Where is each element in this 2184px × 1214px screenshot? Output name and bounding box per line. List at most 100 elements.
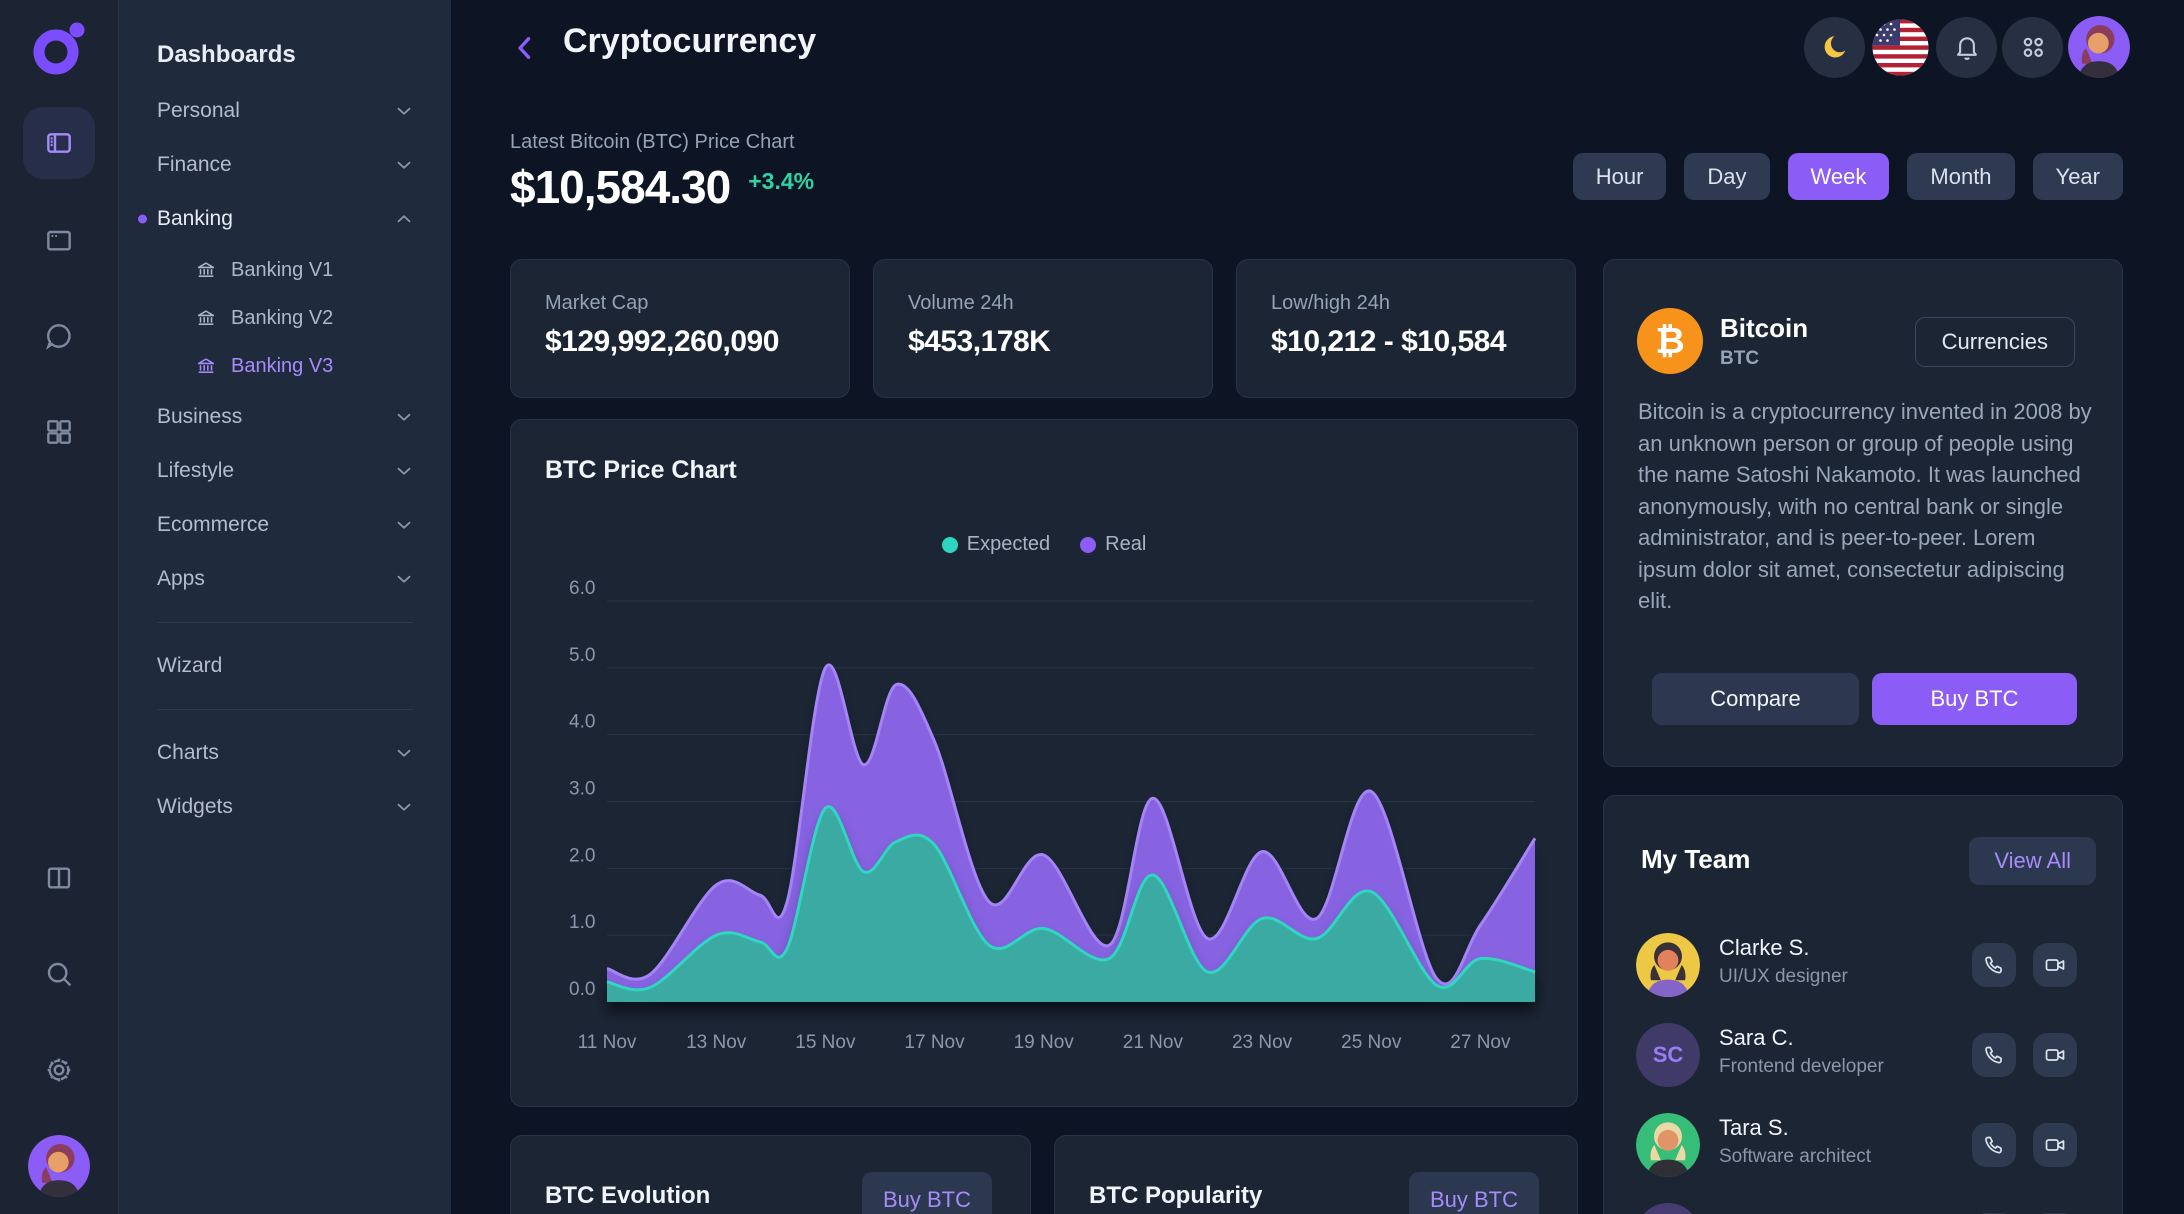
us-flag-icon[interactable] [1870,17,1931,78]
sidebar-item-widgets[interactable]: Widgets [119,780,451,834]
video-call-button[interactable] [2033,943,2077,987]
my-team-card: My Team View All Clarke S. UI/UX designe… [1603,795,2123,1214]
view-all-button[interactable]: View All [1969,837,2096,885]
member-name: Sara C. [1719,1025,1794,1051]
team-member-row: SC Sara C. Frontend developer [1604,1023,2122,1113]
bell-icon[interactable] [1936,17,1997,78]
sidebar-item-banking-v2[interactable]: Banking V2 [119,294,451,342]
chevron-down-icon [393,406,415,428]
legend-item: Real [1080,533,1146,556]
avatar [1636,933,1700,997]
sidebar-title: Dashboards [119,26,451,84]
compare-button[interactable]: Compare [1652,673,1859,725]
moon-icon[interactable] [1804,17,1865,78]
bank-icon [195,259,217,281]
sidebar-user-avatar[interactable] [28,1135,90,1197]
buy-btc-button[interactable]: Buy BTC [862,1172,992,1214]
sidebar-item-wizard[interactable]: Wizard [119,639,451,693]
video-call-button[interactable] [2033,1033,2077,1077]
sidebar-item-lifestyle[interactable]: Lifestyle [119,444,451,498]
svg-text:19 Nov: 19 Nov [1014,1032,1075,1053]
sidebar-divider [157,709,413,710]
chevron-down-icon [393,568,415,590]
sidebar-item-charts[interactable]: Charts [119,726,451,780]
svg-text:17 Nov: 17 Nov [904,1032,965,1053]
range-button-hour[interactable]: Hour [1573,153,1667,200]
avatar [1636,1203,1700,1214]
card-title: BTC Evolution [545,1182,710,1210]
svg-text:25 Nov: 25 Nov [1341,1032,1402,1053]
active-section-dot [138,215,147,224]
team-member-row: Clarke S. UI/UX designer [1604,933,2122,1023]
range-button-day[interactable]: Day [1684,153,1769,200]
sidebar-divider [157,622,413,623]
coin-name: Bitcoin [1720,313,1808,344]
btc-price-change: +3.4% [748,168,814,195]
sidebar-items: Personal Finance Banking Banking V1 [119,84,451,834]
buy-btc-button[interactable]: Buy BTC [1872,673,2077,725]
team-title: My Team [1641,844,1750,875]
sidebar-item-business[interactable]: Business [119,390,451,444]
sidebar-item-apps[interactable]: Apps [119,552,451,606]
chevron-down-icon [393,742,415,764]
coin-actions: Compare Buy BTC [1652,673,2077,725]
gear-icon[interactable] [43,1054,75,1086]
crypto-dashboard: Dashboards Personal Finance Banking [0,0,2184,1214]
call-button[interactable] [1972,943,2016,987]
chart-legend: Expected Real [511,533,1577,556]
stat-card: Volume 24h $453,178K [873,259,1213,398]
stat-value: $129,992,260,090 [545,325,815,359]
price-row: $10,584.30 +3.4% [510,160,814,214]
legend-dot [1080,537,1096,553]
search-icon[interactable] [43,958,75,990]
team-member-row [1604,1203,2122,1214]
chat-icon[interactable] [43,320,75,352]
svg-text:1.0: 1.0 [569,912,595,933]
sidebar-menu: Dashboards Personal Finance Banking [119,0,451,1214]
video-call-button[interactable] [2033,1123,2077,1167]
user-avatar[interactable] [2068,16,2130,78]
chevron-down-icon [393,514,415,536]
buy-btc-button[interactable]: Buy BTC [1409,1172,1539,1214]
call-button[interactable] [1972,1123,2016,1167]
range-button-year[interactable]: Year [2033,153,2123,200]
svg-text:6.0: 6.0 [569,578,595,599]
card-title: BTC Popularity [1089,1182,1262,1210]
sidebar-item-banking-v3[interactable]: Banking V3 [119,342,451,390]
range-button-month[interactable]: Month [1907,153,2014,200]
legend-dot [942,537,958,553]
time-range-buttons: Hour Day Week Month Year [1573,153,2123,200]
chevron-up-icon [393,208,415,230]
member-name: Tara S. [1719,1115,1789,1141]
chevron-down-icon [393,100,415,122]
btc-price-value: $10,584.30 [510,160,730,214]
member-role: Software architect [1719,1146,1871,1168]
legend-item: Expected [942,533,1050,556]
apps-grid-icon[interactable] [2002,17,2063,78]
grid-icon[interactable] [43,416,75,448]
columns-icon[interactable] [43,862,75,894]
stat-label: Low/high 24h [1271,292,1541,315]
sidebar-item-finance[interactable]: Finance [119,138,451,192]
btc-price-chart-panel: BTC Price Chart Expected Real 0.01.02.03… [510,419,1578,1107]
range-button-week[interactable]: Week [1788,153,1890,200]
sidebar-item-banking[interactable]: Banking [119,192,451,246]
stat-value: $453,178K [908,325,1178,359]
chevron-down-icon [393,154,415,176]
stat-card: Low/high 24h $10,212 - $10,584 [1236,259,1576,398]
svg-text:23 Nov: 23 Nov [1232,1032,1293,1053]
stat-label: Market Cap [545,292,815,315]
sidebar-item-personal[interactable]: Personal [119,84,451,138]
avatar [1636,1113,1700,1177]
window-icon[interactable] [43,224,75,256]
call-button[interactable] [1972,1033,2016,1077]
svg-text:2.0: 2.0 [569,845,595,866]
back-button[interactable] [508,26,548,70]
coin-header: ₿ Bitcoin BTC [1637,308,1808,374]
sidebar-layout-icon[interactable] [23,107,95,179]
price-chart-label: Latest Bitcoin (BTC) Price Chart [510,131,795,154]
sidebar-item-banking-v1[interactable]: Banking V1 [119,246,451,294]
app-logo-icon[interactable] [30,20,88,78]
currencies-button[interactable]: Currencies [1915,317,2075,367]
sidebar-item-ecommerce[interactable]: Ecommerce [119,498,451,552]
